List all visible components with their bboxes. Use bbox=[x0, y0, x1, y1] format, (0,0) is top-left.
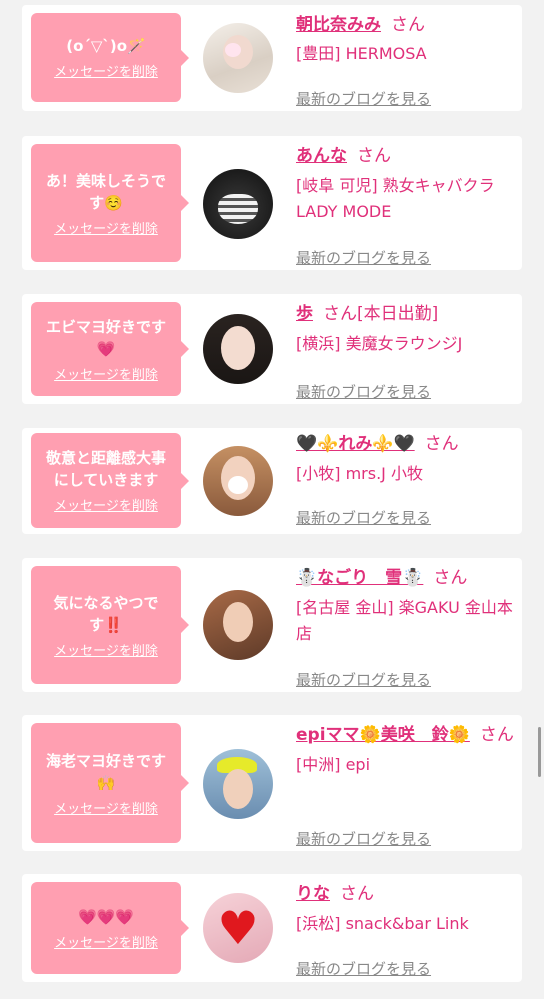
avatar[interactable] bbox=[203, 749, 273, 819]
honorific: さん bbox=[323, 304, 357, 324]
profile-name-link[interactable]: ☃️なごり 雪☃️ bbox=[296, 568, 423, 588]
message-text: エビマヨ好きです💗 bbox=[45, 317, 166, 358]
message-bubble: エビマヨ好きです💗 メッセージを削除 bbox=[31, 302, 189, 396]
message-text: 海老マヨ好きです🙌 bbox=[45, 751, 166, 792]
profile-name-link[interactable]: りな bbox=[296, 884, 330, 904]
message-text: 気になるやつです‼️ bbox=[53, 593, 159, 634]
shop-label: [浜松] snack&bar Link bbox=[296, 914, 469, 933]
delete-message-link[interactable]: メッセージを削除 bbox=[54, 640, 158, 659]
card-info: りな さん [浜松] snack&bar Link 最新のブログを見る bbox=[296, 882, 514, 978]
honorific: さん bbox=[433, 568, 468, 588]
shop-label: [小牧] mrs.J 小牧 bbox=[296, 464, 423, 483]
honorific: さん bbox=[424, 434, 459, 454]
avatar[interactable] bbox=[203, 590, 273, 660]
message-card: (o´▽`)o🪄 メッセージを削除 朝比奈みみ さん [豊田] HERMOSA 最… bbox=[22, 5, 522, 111]
card-info: 歩さん[本日出勤] [横浜] 美魔女ラウンジJ 最新のブログを見る bbox=[296, 302, 514, 401]
message-text: (o´▽`)o🪄 bbox=[66, 37, 146, 55]
message-text: 💗💗💗 bbox=[77, 907, 135, 926]
delete-message-link[interactable]: メッセージを削除 bbox=[54, 798, 158, 817]
avatar[interactable]: ♥ bbox=[203, 893, 273, 963]
message-bubble: 気になるやつです‼️ メッセージを削除 bbox=[31, 566, 189, 684]
delete-message-link[interactable]: メッセージを削除 bbox=[54, 495, 158, 514]
latest-blog-link[interactable]: 最新のブログを見る bbox=[296, 381, 431, 402]
message-card: 💗💗💗 メッセージを削除 ♥ りな さん [浜松] snack&bar Link … bbox=[22, 874, 522, 982]
message-bubble: あ！美味しそうです☺️ メッセージを削除 bbox=[31, 144, 189, 262]
message-bubble: 敬意と距離感大事にしていきます メッセージを削除 bbox=[31, 433, 189, 528]
card-info: あんな さん [岐阜 可児] 熟女キャバクラ LADY MODE 最新のブログを見… bbox=[296, 144, 514, 267]
avatar[interactable] bbox=[203, 446, 273, 516]
message-bubble: 海老マヨ好きです🙌 メッセージを削除 bbox=[31, 723, 189, 843]
card-info: epiママ🌼美咲 鈴🌼 さん [中洲] epi 最新のブログを見る bbox=[296, 723, 514, 848]
message-card: 海老マヨ好きです🙌 メッセージを削除 epiママ🌼美咲 鈴🌼 さん [中洲] ep… bbox=[22, 715, 522, 851]
latest-blog-link[interactable]: 最新のブログを見る bbox=[296, 507, 431, 528]
message-card: エビマヨ好きです💗 メッセージを削除 歩さん[本日出勤] [横浜] 美魔女ラウン… bbox=[22, 294, 522, 404]
delete-message-link[interactable]: メッセージを削除 bbox=[54, 932, 158, 951]
message-text: あ！美味しそうです☺️ bbox=[45, 171, 166, 212]
card-info: 朝比奈みみ さん [豊田] HERMOSA 最新のブログを見る bbox=[296, 13, 514, 108]
shop-label: [中洲] epi bbox=[296, 755, 371, 774]
status-tag: [本日出勤] bbox=[357, 304, 439, 324]
avatar[interactable] bbox=[203, 23, 273, 93]
heart-icon: ♥ bbox=[217, 901, 259, 955]
message-card: あ！美味しそうです☺️ メッセージを削除 あんな さん [岐阜 可児] 熟女キャバ… bbox=[22, 136, 522, 270]
latest-blog-link[interactable]: 最新のブログを見る bbox=[296, 88, 431, 109]
avatar[interactable] bbox=[203, 169, 273, 239]
message-card: 気になるやつです‼️ メッセージを削除 ☃️なごり 雪☃️ さん [名古屋 金山]… bbox=[22, 558, 522, 692]
honorific: さん bbox=[479, 725, 514, 745]
message-bubble: 💗💗💗 メッセージを削除 bbox=[31, 882, 189, 974]
latest-blog-link[interactable]: 最新のブログを見る bbox=[296, 958, 431, 979]
latest-blog-link[interactable]: 最新のブログを見る bbox=[296, 828, 431, 849]
profile-name-link[interactable]: あんな bbox=[296, 146, 347, 166]
shop-label: [豊田] HERMOSA bbox=[296, 44, 427, 63]
card-info: ☃️なごり 雪☃️ さん [名古屋 金山] 楽GAKU 金山本店 最新のブログを見… bbox=[296, 566, 514, 689]
delete-message-link[interactable]: メッセージを削除 bbox=[54, 218, 158, 237]
shop-label: [岐阜 可児] 熟女キャバクラ LADY MODE bbox=[296, 176, 495, 221]
latest-blog-link[interactable]: 最新のブログを見る bbox=[296, 669, 431, 690]
profile-name-link[interactable]: 朝比奈みみ bbox=[296, 15, 381, 35]
honorific: さん bbox=[340, 884, 374, 904]
shop-label: [横浜] 美魔女ラウンジJ bbox=[296, 334, 463, 353]
avatar[interactable] bbox=[203, 314, 273, 384]
profile-name-link[interactable]: 🖤⚜️れみ⚜️🖤 bbox=[296, 434, 415, 454]
honorific: さん bbox=[357, 146, 391, 166]
message-text: 敬意と距離感大事にしていきます bbox=[45, 449, 166, 489]
card-info: 🖤⚜️れみ⚜️🖤 さん [小牧] mrs.J 小牧 最新のブログを見る bbox=[296, 432, 514, 527]
scrollbar[interactable] bbox=[538, 727, 541, 777]
message-card: 敬意と距離感大事にしていきます メッセージを削除 🖤⚜️れみ⚜️🖤 さん [小牧]… bbox=[22, 428, 522, 534]
delete-message-link[interactable]: メッセージを削除 bbox=[54, 61, 158, 80]
profile-name-link[interactable]: epiママ🌼美咲 鈴🌼 bbox=[296, 725, 470, 745]
profile-name-link[interactable]: 歩 bbox=[296, 304, 313, 324]
shop-label: [名古屋 金山] 楽GAKU 金山本店 bbox=[296, 598, 513, 643]
latest-blog-link[interactable]: 最新のブログを見る bbox=[296, 247, 431, 268]
delete-message-link[interactable]: メッセージを削除 bbox=[54, 364, 158, 383]
honorific: さん bbox=[391, 15, 425, 35]
message-bubble: (o´▽`)o🪄 メッセージを削除 bbox=[31, 13, 189, 102]
